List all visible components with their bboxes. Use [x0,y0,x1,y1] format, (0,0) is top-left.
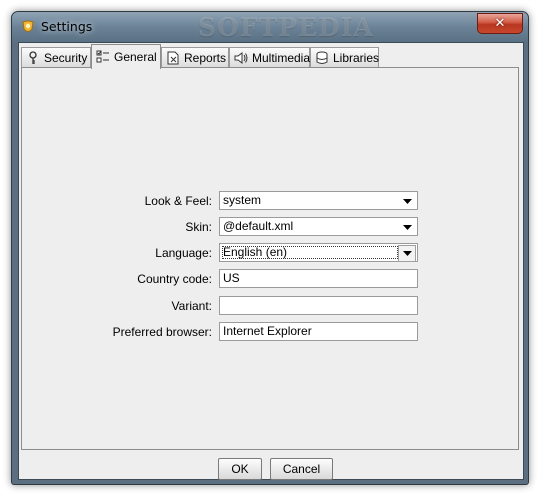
chevron-down-icon [398,245,416,262]
app-icon [22,20,34,32]
tab-strip: Security General Reports Multimedia Libr… [20,44,523,69]
tab-general-label: General [114,50,157,64]
country-code-input[interactable]: US [219,269,418,288]
variant-input[interactable] [219,296,418,315]
variant-label: Variant: [171,299,212,313]
tab-multimedia-label: Multimedia [252,50,311,65]
tab-libraries-label: Libraries [333,50,380,65]
look-and-feel-select[interactable]: system [219,191,418,210]
tab-security[interactable]: Security [21,47,91,67]
language-select[interactable]: English (en) [219,243,418,262]
general-panel: Look & Feel: system Skin: @default.xml L… [21,67,519,450]
country-code-label: Country code: [137,272,212,286]
speaker-icon [234,51,248,64]
skin-select[interactable]: @default.xml [219,217,418,236]
look-and-feel-label: Look & Feel: [144,194,212,208]
report-icon [167,51,179,64]
tab-reports-label: Reports [184,50,227,65]
skin-value: @default.xml [223,219,294,233]
language-value: English (en) [223,245,288,259]
dialog-client-area: Security General Reports Multimedia Libr… [18,42,524,480]
title-bar[interactable]: Settings SOFTPEDIA ✕ [12,12,528,42]
tab-reports[interactable]: Reports [161,47,229,67]
key-icon [29,50,37,64]
window-title: Settings [41,19,93,34]
close-button[interactable]: ✕ [477,13,523,34]
skin-label: Skin: [185,220,212,234]
cancel-button[interactable]: Cancel [270,458,333,480]
tab-security-label: Security [44,50,88,65]
chevron-down-icon [400,195,414,207]
database-icon [316,51,328,64]
tab-multimedia[interactable]: Multimedia [229,47,310,67]
preferred-browser-label: Preferred browser: [112,325,212,339]
preferred-browser-input[interactable]: Internet Explorer [219,322,418,341]
checklist-icon [96,50,109,63]
chevron-down-icon [400,221,414,233]
ok-button[interactable]: OK [218,458,262,480]
tab-libraries[interactable]: Libraries [310,47,379,67]
language-label: Language: [155,246,212,260]
look-and-feel-value: system [223,193,262,207]
tab-general[interactable]: General [91,44,161,69]
settings-window: Settings SOFTPEDIA ✕ Security General Re… [11,11,529,485]
close-icon: ✕ [494,16,506,31]
watermark: SOFTPEDIA [198,13,374,42]
